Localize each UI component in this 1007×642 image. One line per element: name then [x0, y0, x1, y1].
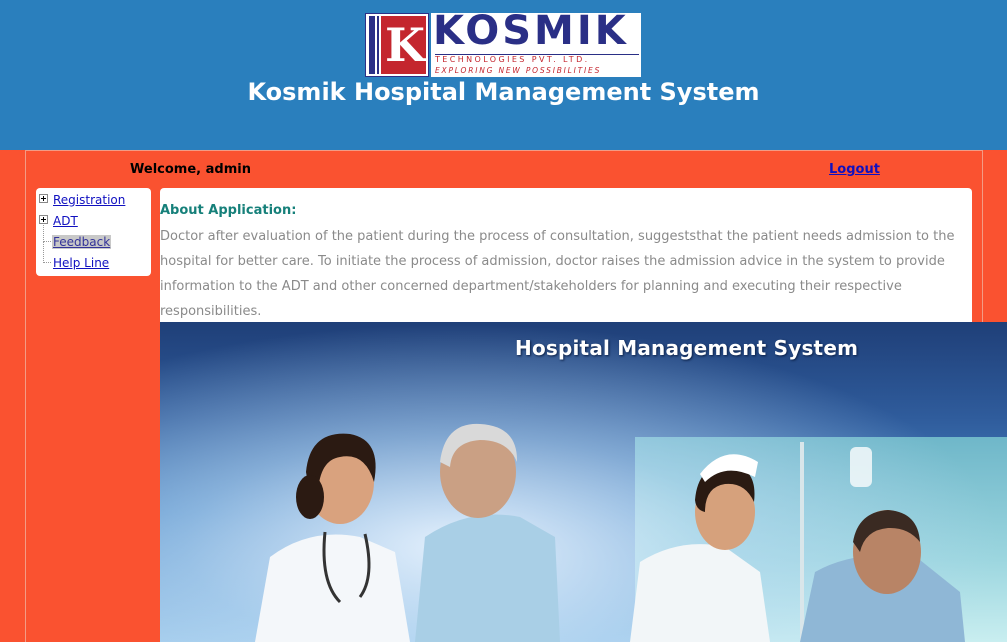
logout-link[interactable]: Logout	[829, 162, 880, 177]
sidebar-item-label[interactable]: Registration	[52, 193, 126, 207]
sidebar-item-adt[interactable]: ADT	[36, 212, 151, 230]
logo-tagline: EXPLORING NEW POSSIBILITIES	[435, 66, 602, 75]
sidebar-item-feedback[interactable]: Feedback	[36, 225, 151, 251]
sidebar-item-label[interactable]: ADT	[52, 214, 79, 228]
sidebar-item-help-line[interactable]: Help Line	[36, 241, 151, 272]
company-logo: K KOSMIK TECHNOLOGIES PVT. LTD. EXPLORIN…	[365, 9, 641, 77]
hospital-banner-image: Hospital Management System	[160, 322, 1007, 642]
logo-subtitle: TECHNOLOGIES PVT. LTD.	[435, 54, 639, 65]
expand-plus-icon[interactable]	[39, 215, 48, 224]
banner-people-illustration	[255, 423, 965, 642]
sidebar-item-registration[interactable]: Registration	[36, 191, 151, 209]
sidebar-item-label[interactable]: Feedback	[52, 235, 112, 249]
app-title: Kosmik Hospital Management System	[247, 78, 760, 106]
about-panel: About Application: Doctor after evaluati…	[160, 188, 972, 322]
logo-name: KOSMIK	[433, 8, 629, 54]
expand-plus-icon[interactable]	[39, 194, 48, 203]
header: K KOSMIK TECHNOLOGIES PVT. LTD. EXPLORIN…	[0, 0, 1007, 150]
welcome-text: Welcome, admin	[130, 162, 251, 177]
logo-mark-icon: K	[365, 13, 429, 77]
tree-connector	[43, 225, 45, 242]
tree-connector	[43, 241, 45, 263]
banner-title: Hospital Management System	[515, 336, 859, 360]
about-heading: About Application:	[160, 203, 297, 218]
sidebar-menu: Registration ADT Feedback Help Line	[36, 188, 151, 276]
logo-wordmark: KOSMIK TECHNOLOGIES PVT. LTD. EXPLORING …	[431, 9, 641, 77]
about-description: Doctor after evaluation of the patient d…	[160, 229, 955, 319]
sidebar-item-label[interactable]: Help Line	[52, 256, 110, 270]
tree-connector	[43, 262, 51, 264]
